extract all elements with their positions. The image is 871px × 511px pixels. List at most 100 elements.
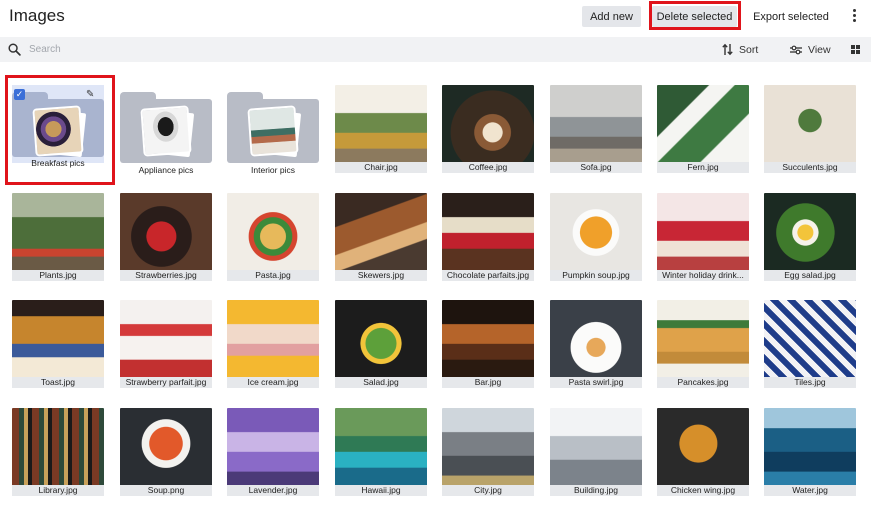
- image-thumbnail: [120, 408, 212, 487]
- image-filename: Coffee.jpg: [442, 162, 534, 173]
- sliders-icon: [790, 45, 802, 54]
- image-thumbnail: [550, 193, 642, 272]
- folder-thumbnail: [34, 107, 82, 155]
- image-filename: City.jpg: [442, 485, 534, 496]
- image-thumbnail: [550, 85, 642, 164]
- image-tile[interactable]: Hawaii.jpg: [335, 408, 427, 496]
- header-bar: Images Add new Delete selected Export se…: [0, 0, 871, 34]
- image-thumbnail: [120, 300, 212, 379]
- image-tile[interactable]: Pumpkin soup.jpg: [550, 193, 642, 281]
- image-filename: Chocolate parfaits.jpg: [442, 270, 534, 281]
- image-filename: Pasta.jpg: [227, 270, 319, 281]
- folder-interior-pics[interactable]: Interior pics: [227, 85, 319, 175]
- image-tile[interactable]: Succulents.jpg: [764, 85, 856, 173]
- search-input[interactable]: [29, 42, 429, 57]
- image-tile[interactable]: Strawberry parfait.jpg: [120, 300, 212, 388]
- folder-thumbnail: [142, 107, 190, 155]
- export-selected-button[interactable]: Export selected: [747, 6, 835, 27]
- image-thumbnail: [12, 300, 104, 379]
- image-tile[interactable]: Pasta.jpg: [227, 193, 319, 281]
- image-tile[interactable]: Bar.jpg: [442, 300, 534, 388]
- image-filename: Plants.jpg: [12, 270, 104, 281]
- image-tile[interactable]: Toast.jpg: [12, 300, 104, 388]
- image-thumbnail: [442, 300, 534, 379]
- image-thumbnail: [227, 193, 319, 272]
- image-tile[interactable]: Ice cream.jpg: [227, 300, 319, 388]
- image-tile[interactable]: Lavender.jpg: [227, 408, 319, 496]
- image-thumbnail: [657, 408, 749, 487]
- image-tile[interactable]: Egg salad.jpg: [764, 193, 856, 281]
- image-thumbnail: [764, 193, 856, 272]
- image-tile[interactable]: Skewers.jpg: [335, 193, 427, 281]
- image-filename: Pancakes.jpg: [657, 377, 749, 388]
- folder-name: Breakfast pics: [31, 158, 85, 168]
- image-thumbnail: [550, 300, 642, 379]
- image-tile[interactable]: Salad.jpg: [335, 300, 427, 388]
- image-tile[interactable]: Chair.jpg: [335, 85, 427, 173]
- grid-view-icon[interactable]: [851, 45, 860, 54]
- folder-name: Appliance pics: [138, 165, 194, 175]
- folder-name: Interior pics: [251, 165, 295, 175]
- image-thumbnail: [657, 193, 749, 272]
- image-thumbnail: [335, 408, 427, 487]
- page-title: Images: [9, 6, 65, 25]
- image-filename: Tiles.jpg: [764, 377, 856, 388]
- folder-appliance-pics[interactable]: Appliance pics: [120, 85, 212, 175]
- add-new-button[interactable]: Add new: [582, 6, 641, 27]
- image-thumbnail: [227, 408, 319, 487]
- image-filename: Strawberries.jpg: [120, 270, 212, 281]
- image-filename: Sofa.jpg: [550, 162, 642, 173]
- image-thumbnail: [120, 193, 212, 272]
- search-icon: [8, 43, 21, 56]
- image-thumbnail: [764, 408, 856, 487]
- image-thumbnail: [335, 85, 427, 164]
- image-tile[interactable]: Water.jpg: [764, 408, 856, 496]
- image-tile[interactable]: Tiles.jpg: [764, 300, 856, 388]
- delete-selected-button[interactable]: Delete selected: [652, 6, 737, 27]
- image-thumbnail: [764, 300, 856, 379]
- more-options-icon[interactable]: [846, 8, 862, 24]
- image-tile[interactable]: City.jpg: [442, 408, 534, 496]
- image-filename: Fern.jpg: [657, 162, 749, 173]
- image-filename: Pumpkin soup.jpg: [550, 270, 642, 281]
- image-tile[interactable]: Plants.jpg: [12, 193, 104, 281]
- image-tile[interactable]: Sofa.jpg: [550, 85, 642, 173]
- image-filename: Lavender.jpg: [227, 485, 319, 496]
- image-thumbnail: [657, 300, 749, 379]
- image-filename: Pasta swirl.jpg: [550, 377, 642, 388]
- image-tile[interactable]: Chicken wing.jpg: [657, 408, 749, 496]
- image-tile[interactable]: Pancakes.jpg: [657, 300, 749, 388]
- image-tile[interactable]: Library.jpg: [12, 408, 104, 496]
- sort-icon: [722, 43, 733, 56]
- view-label: View: [808, 43, 831, 56]
- image-filename: Chicken wing.jpg: [657, 485, 749, 496]
- image-thumbnail: [335, 300, 427, 379]
- image-filename: Strawberry parfait.jpg: [120, 377, 212, 388]
- image-thumbnail: [657, 85, 749, 164]
- image-filename: Salad.jpg: [335, 377, 427, 388]
- image-filename: Egg salad.jpg: [764, 270, 856, 281]
- image-thumbnail: [442, 408, 534, 487]
- image-tile[interactable]: Building.jpg: [550, 408, 642, 496]
- folder-checkbox-checked[interactable]: ✓: [14, 89, 25, 100]
- search-bar: Sort View: [0, 37, 871, 62]
- image-filename: Winter holiday drink...: [657, 270, 749, 281]
- view-button[interactable]: View: [790, 42, 831, 57]
- image-thumbnail: [442, 85, 534, 164]
- image-tile[interactable]: Winter holiday drink...: [657, 193, 749, 281]
- edit-pencil-icon[interactable]: ✎: [86, 89, 97, 100]
- image-filename: Hawaii.jpg: [335, 485, 427, 496]
- image-filename: Ice cream.jpg: [227, 377, 319, 388]
- image-tile[interactable]: Fern.jpg: [657, 85, 749, 173]
- sort-label: Sort: [739, 43, 759, 56]
- image-tile[interactable]: Strawberries.jpg: [120, 193, 212, 281]
- image-tile[interactable]: Soup.png: [120, 408, 212, 496]
- image-filename: Chair.jpg: [335, 162, 427, 173]
- image-tile[interactable]: Coffee.jpg: [442, 85, 534, 173]
- image-tile[interactable]: Pasta swirl.jpg: [550, 300, 642, 388]
- image-filename: Water.jpg: [764, 485, 856, 496]
- image-tile[interactable]: Chocolate parfaits.jpg: [442, 193, 534, 281]
- sort-button[interactable]: Sort: [722, 42, 758, 57]
- image-thumbnail: [335, 193, 427, 272]
- image-thumbnail: [442, 193, 534, 272]
